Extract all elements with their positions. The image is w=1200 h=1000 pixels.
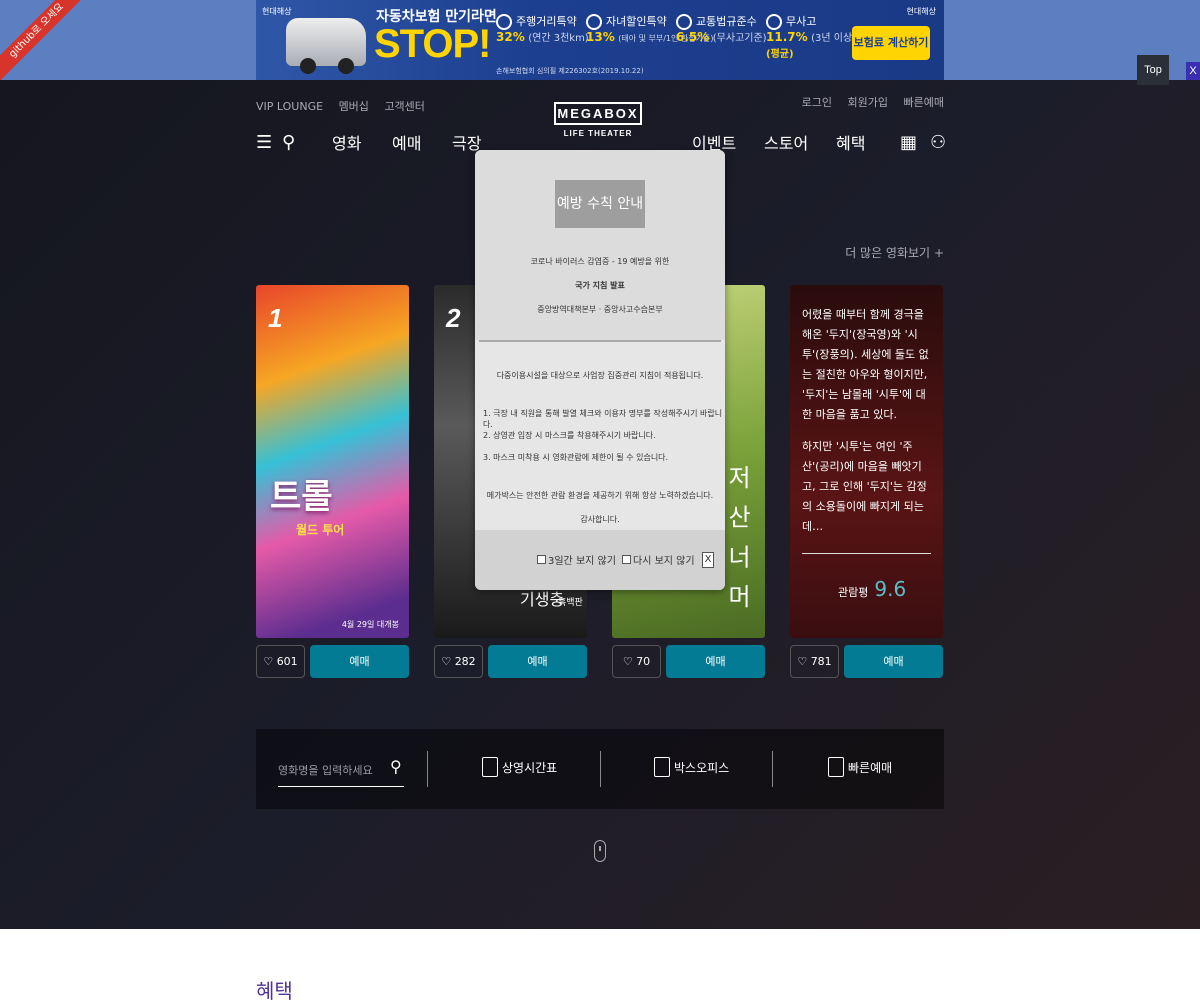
customer-center-link[interactable]: 고객센터 bbox=[384, 100, 424, 113]
movie-poster[interactable]: 1 트롤 월드 투어 4월 29일 대개봉 bbox=[256, 285, 409, 638]
calendar-icon bbox=[482, 757, 498, 777]
nav-movie[interactable]: 영화 bbox=[332, 130, 361, 154]
nav-benefit[interactable]: 혜택 bbox=[836, 130, 865, 154]
check-icon bbox=[676, 14, 692, 30]
membership-link[interactable]: 멤버십 bbox=[339, 100, 369, 113]
signup-link[interactable]: 회원가입 bbox=[848, 96, 888, 109]
ad-item: 교통법규준수 6.5% (무사고기준) bbox=[676, 14, 767, 44]
divider bbox=[802, 553, 931, 554]
rank-number: 2 bbox=[446, 303, 461, 333]
util-nav-right: 로그인 회원가입 빠른예매 bbox=[802, 94, 944, 110]
heart-icon: ♡ bbox=[622, 655, 633, 668]
util-nav-left: VIP LOUNGE 멤버십 고객센터 bbox=[256, 98, 437, 114]
more-movies-link[interactable]: 더 많은 영화보기 + bbox=[845, 244, 944, 261]
banner-ad[interactable]: 현대해상 자동차보험 만기라면 STOP! 손해보험협회 심의필 제226302… bbox=[256, 0, 944, 80]
popup-close-button[interactable]: X bbox=[702, 552, 714, 568]
car-image bbox=[286, 18, 366, 74]
user-icon[interactable]: ⚇ bbox=[930, 132, 946, 153]
box-office-link[interactable]: 박스오피스 bbox=[654, 757, 729, 777]
movie-poster-synopsis[interactable]: 어렸을 때부터 함께 경극을 해온 '두지'(장국영)와 '시투'(장풍의). … bbox=[790, 285, 943, 638]
calculate-premium-button[interactable]: 보험료 계산하기 bbox=[852, 26, 930, 60]
popup-rule: 2. 상영관 입장 시 마스크를 착용해주시기 바랍니다. bbox=[483, 431, 656, 440]
vip-lounge-link[interactable]: VIP LOUNGE bbox=[256, 100, 323, 113]
quick-booking-link[interactable]: 빠른예매 bbox=[828, 757, 892, 777]
github-ribbon[interactable]: github로 오세요 bbox=[0, 0, 90, 84]
showtimes-link[interactable]: 상영시간표 bbox=[482, 757, 557, 777]
quick-booking-link[interactable]: 빠른예매 bbox=[904, 96, 944, 109]
calendar-icon[interactable]: ▦ bbox=[900, 132, 917, 153]
like-button[interactable]: ♡ 70 bbox=[612, 645, 661, 678]
ad-brand-right: 현대해상 bbox=[906, 7, 936, 16]
popup-line: 코로나 바이러스 감염증 - 19 예방을 위한 bbox=[530, 257, 670, 266]
popup-body: 다중이용시설을 대상으로 사업장 집중관리 지침이 적용됩니다. bbox=[496, 371, 704, 380]
plus-icon: + bbox=[933, 246, 944, 260]
ad-item: 주행거리특약 32% (연간 3천km) bbox=[496, 14, 589, 44]
nav-booking[interactable]: 예매 bbox=[392, 130, 421, 154]
ad-note: 손해보험협회 심의필 제226302호(2019.10.22) bbox=[496, 67, 644, 75]
like-button[interactable]: ♡ 282 bbox=[434, 645, 483, 678]
megabox-logo[interactable]: MEGABOX LIFE THEATER bbox=[554, 102, 642, 138]
like-button[interactable]: ♡ 601 bbox=[256, 645, 305, 678]
notice-popup: 예방 수칙 안내 코로나 바이러스 감염증 - 19 예방을 위한 국가 지침 … bbox=[475, 150, 725, 590]
top-button[interactable]: Top bbox=[1137, 55, 1169, 85]
hide-3-days-checkbox[interactable]: 3일간 보지 않기 bbox=[537, 552, 616, 567]
rating: 관람평 9.6 bbox=[838, 577, 907, 601]
divider bbox=[427, 751, 428, 787]
heart-icon: ♡ bbox=[263, 655, 274, 668]
never-show-checkbox[interactable]: 다시 보지 않기 bbox=[622, 552, 695, 567]
divider bbox=[772, 751, 773, 787]
clock-icon bbox=[496, 14, 512, 30]
hamburger-menu-icon[interactable]: ☰ bbox=[256, 132, 272, 153]
quick-bar: ⚲ 상영시간표 박스오피스 빠른예매 bbox=[256, 729, 944, 809]
nav-store[interactable]: 스토어 bbox=[764, 130, 808, 154]
baby-icon bbox=[586, 14, 602, 30]
rank-number: 1 bbox=[268, 303, 283, 333]
heart-icon: ♡ bbox=[441, 655, 452, 668]
popup-rule: 1. 극장 내 직원을 통해 발열 체크와 이용자 명부를 작성해주시기 바랍니… bbox=[483, 409, 723, 429]
popup-footer: 3일간 보지 않기 다시 보지 않기 X bbox=[475, 530, 725, 590]
film-icon bbox=[654, 757, 670, 777]
ad-item: 무사고 11.7% (3년 이상) (평균) bbox=[766, 14, 857, 60]
poster-subtitle: 흑백판 bbox=[558, 598, 583, 608]
scroll-mouse-icon bbox=[594, 840, 606, 862]
divider bbox=[600, 751, 601, 787]
ad-brand-small: 현대해상 bbox=[262, 7, 292, 16]
popup-thanks: 감사합니다. bbox=[580, 515, 620, 524]
popup-line: 국가 지침 발표 bbox=[575, 281, 625, 290]
poster-title: 트롤 bbox=[270, 477, 333, 517]
heart-icon: ♡ bbox=[797, 655, 808, 668]
divider bbox=[479, 340, 721, 342]
login-link[interactable]: 로그인 bbox=[802, 96, 832, 109]
popup-body: 메가박스는 안전한 관람 환경을 제공하기 위해 항상 노력하겠습니다. bbox=[486, 491, 714, 500]
book-button[interactable]: 예매 bbox=[488, 645, 587, 678]
release-date: 4월 29일 대개봉 bbox=[341, 620, 399, 629]
popup-rule: 3. 마스크 미착용 시 영화관람에 제한이 될 수 있습니다. bbox=[483, 453, 669, 462]
book-button[interactable]: 예매 bbox=[310, 645, 409, 678]
poster-subtitle: 월드 투어 bbox=[296, 523, 345, 537]
close-banner-button[interactable]: X bbox=[1186, 62, 1200, 80]
movie-search-input[interactable] bbox=[278, 755, 404, 787]
steering-wheel-icon bbox=[766, 14, 782, 30]
synopsis: 어렸을 때부터 함께 경극을 해온 '두지'(장국영)와 '시투'(장풍의). … bbox=[802, 308, 929, 533]
search-icon[interactable]: ⚲ bbox=[282, 132, 295, 153]
book-button[interactable]: 예매 bbox=[666, 645, 765, 678]
popup-title: 예방 수칙 안내 bbox=[555, 180, 645, 228]
benefit-section-title: 혜택 bbox=[256, 979, 293, 1000]
top-banner: 현대해상 자동차보험 만기라면 STOP! 손해보험협회 심의필 제226302… bbox=[0, 0, 1200, 84]
like-button[interactable]: ♡ 781 bbox=[790, 645, 839, 678]
ticket-icon bbox=[828, 757, 844, 777]
poster-title: 저 산 너 머 bbox=[723, 465, 751, 612]
search-icon[interactable]: ⚲ bbox=[390, 757, 402, 776]
ad-stop-text: STOP! bbox=[374, 22, 492, 66]
popup-line: 중앙방역대책본부 · 중앙사고수습본부 bbox=[537, 305, 663, 314]
book-button[interactable]: 예매 bbox=[844, 645, 943, 678]
